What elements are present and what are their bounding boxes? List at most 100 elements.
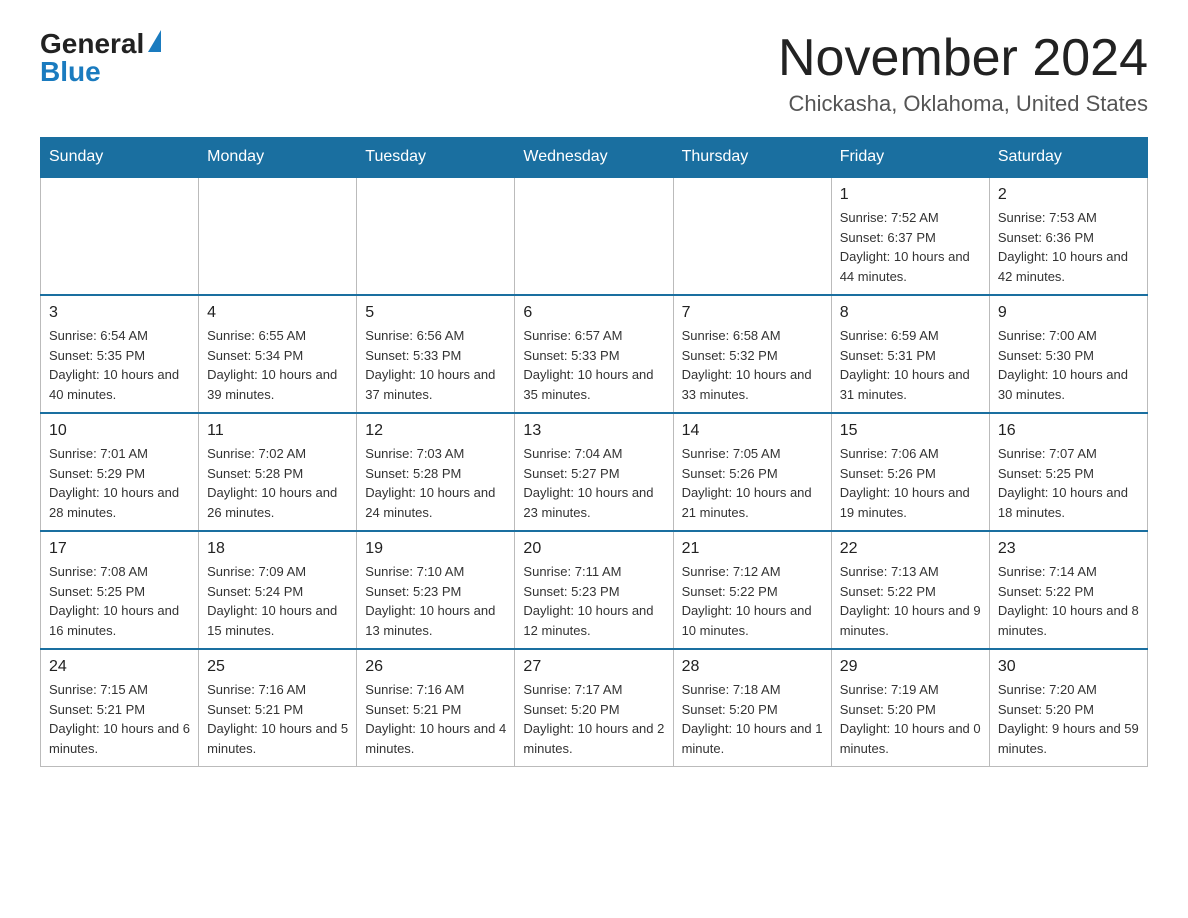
calendar-cell bbox=[357, 177, 515, 295]
day-info: Sunrise: 6:54 AM Sunset: 5:35 PM Dayligh… bbox=[49, 326, 190, 404]
day-info: Sunrise: 7:20 AM Sunset: 5:20 PM Dayligh… bbox=[998, 680, 1139, 758]
day-info: Sunrise: 7:53 AM Sunset: 6:36 PM Dayligh… bbox=[998, 208, 1139, 286]
day-info: Sunrise: 7:13 AM Sunset: 5:22 PM Dayligh… bbox=[840, 562, 981, 640]
day-number: 5 bbox=[365, 304, 506, 322]
day-info: Sunrise: 7:06 AM Sunset: 5:26 PM Dayligh… bbox=[840, 444, 981, 522]
day-info: Sunrise: 7:16 AM Sunset: 5:21 PM Dayligh… bbox=[365, 680, 506, 758]
day-info: Sunrise: 6:59 AM Sunset: 5:31 PM Dayligh… bbox=[840, 326, 981, 404]
day-number: 1 bbox=[840, 186, 981, 204]
day-number: 28 bbox=[682, 658, 823, 676]
day-number: 19 bbox=[365, 540, 506, 558]
calendar-cell: 25 Sunrise: 7:16 AM Sunset: 5:21 PM Dayli… bbox=[199, 649, 357, 767]
day-number: 14 bbox=[682, 422, 823, 440]
calendar-cell: 16 Sunrise: 7:07 AM Sunset: 5:25 PM Dayli… bbox=[989, 413, 1147, 531]
day-info: Sunrise: 7:04 AM Sunset: 5:27 PM Dayligh… bbox=[523, 444, 664, 522]
calendar-cell: 26Sunrise: 7:16 AM Sunset: 5:21 PM Dayli… bbox=[357, 649, 515, 767]
header-wednesday: Wednesday bbox=[515, 138, 673, 178]
day-number: 30 bbox=[998, 658, 1139, 676]
day-info: Sunrise: 7:17 AM Sunset: 5:20 PM Dayligh… bbox=[523, 680, 664, 758]
day-info: Sunrise: 7:03 AM Sunset: 5:28 PM Dayligh… bbox=[365, 444, 506, 522]
day-number: 22 bbox=[840, 540, 981, 558]
calendar-cell: 24 Sunrise: 7:15 AM Sunset: 5:21 PM Dayli… bbox=[41, 649, 199, 767]
day-number: 6 bbox=[523, 304, 664, 322]
day-info: Sunrise: 6:56 AM Sunset: 5:33 PM Dayligh… bbox=[365, 326, 506, 404]
day-number: 11 bbox=[207, 422, 348, 440]
calendar-cell: 22 Sunrise: 7:13 AM Sunset: 5:22 PM Dayli… bbox=[831, 531, 989, 649]
header-friday: Friday bbox=[831, 138, 989, 178]
calendar-cell: 12 Sunrise: 7:03 AM Sunset: 5:28 PM Dayli… bbox=[357, 413, 515, 531]
day-info: Sunrise: 7:11 AM Sunset: 5:23 PM Dayligh… bbox=[523, 562, 664, 640]
subtitle: Chickasha, Oklahoma, United States bbox=[778, 91, 1148, 117]
day-number: 8 bbox=[840, 304, 981, 322]
week-row-1: 3 Sunrise: 6:54 AM Sunset: 5:35 PM Daylig… bbox=[41, 295, 1148, 413]
calendar-cell: 8 Sunrise: 6:59 AM Sunset: 5:31 PM Daylig… bbox=[831, 295, 989, 413]
calendar-cell: 10 Sunrise: 7:01 AM Sunset: 5:29 PM Dayli… bbox=[41, 413, 199, 531]
day-info: Sunrise: 6:55 AM Sunset: 5:34 PM Dayligh… bbox=[207, 326, 348, 404]
day-number: 21 bbox=[682, 540, 823, 558]
day-info: Sunrise: 7:16 AM Sunset: 5:21 PM Dayligh… bbox=[207, 680, 348, 758]
day-number: 4 bbox=[207, 304, 348, 322]
calendar-cell: 1 Sunrise: 7:52 AM Sunset: 6:37 PM Daylig… bbox=[831, 177, 989, 295]
day-info: Sunrise: 7:10 AM Sunset: 5:23 PM Dayligh… bbox=[365, 562, 506, 640]
day-info: Sunrise: 6:58 AM Sunset: 5:32 PM Dayligh… bbox=[682, 326, 823, 404]
day-number: 20 bbox=[523, 540, 664, 558]
day-info: Sunrise: 7:08 AM Sunset: 5:25 PM Dayligh… bbox=[49, 562, 190, 640]
calendar-cell: 11Sunrise: 7:02 AM Sunset: 5:28 PM Dayli… bbox=[199, 413, 357, 531]
day-number: 16 bbox=[998, 422, 1139, 440]
day-number: 15 bbox=[840, 422, 981, 440]
week-row-3: 17Sunrise: 7:08 AM Sunset: 5:25 PM Dayli… bbox=[41, 531, 1148, 649]
day-info: Sunrise: 7:52 AM Sunset: 6:37 PM Dayligh… bbox=[840, 208, 981, 286]
logo: General Blue bbox=[40, 30, 161, 86]
calendar-cell: 23 Sunrise: 7:14 AM Sunset: 5:22 PM Dayli… bbox=[989, 531, 1147, 649]
day-info: Sunrise: 7:14 AM Sunset: 5:22 PM Dayligh… bbox=[998, 562, 1139, 640]
calendar-cell: 30 Sunrise: 7:20 AM Sunset: 5:20 PM Dayli… bbox=[989, 649, 1147, 767]
calendar-cell: 29 Sunrise: 7:19 AM Sunset: 5:20 PM Dayli… bbox=[831, 649, 989, 767]
logo-general-text: General bbox=[40, 30, 144, 58]
calendar-cell: 4 Sunrise: 6:55 AM Sunset: 5:34 PM Daylig… bbox=[199, 295, 357, 413]
day-info: Sunrise: 7:19 AM Sunset: 5:20 PM Dayligh… bbox=[840, 680, 981, 758]
calendar-cell bbox=[199, 177, 357, 295]
calendar-cell: 6 Sunrise: 6:57 AM Sunset: 5:33 PM Daylig… bbox=[515, 295, 673, 413]
header-thursday: Thursday bbox=[673, 138, 831, 178]
day-number: 7 bbox=[682, 304, 823, 322]
header-monday: Monday bbox=[199, 138, 357, 178]
day-info: Sunrise: 6:57 AM Sunset: 5:33 PM Dayligh… bbox=[523, 326, 664, 404]
calendar-cell: 18 Sunrise: 7:09 AM Sunset: 5:24 PM Dayli… bbox=[199, 531, 357, 649]
calendar-cell: 15 Sunrise: 7:06 AM Sunset: 5:26 PM Dayli… bbox=[831, 413, 989, 531]
day-number: 10 bbox=[49, 422, 190, 440]
day-info: Sunrise: 7:07 AM Sunset: 5:25 PM Dayligh… bbox=[998, 444, 1139, 522]
calendar-cell bbox=[673, 177, 831, 295]
day-number: 2 bbox=[998, 186, 1139, 204]
week-row-0: 1 Sunrise: 7:52 AM Sunset: 6:37 PM Daylig… bbox=[41, 177, 1148, 295]
day-info: Sunrise: 7:12 AM Sunset: 5:22 PM Dayligh… bbox=[682, 562, 823, 640]
day-number: 24 bbox=[49, 658, 190, 676]
calendar-table: SundayMondayTuesdayWednesdayThursdayFrid… bbox=[40, 137, 1148, 767]
logo-blue-text: Blue bbox=[40, 58, 101, 86]
day-info: Sunrise: 7:01 AM Sunset: 5:29 PM Dayligh… bbox=[49, 444, 190, 522]
calendar-cell: 7 Sunrise: 6:58 AM Sunset: 5:32 PM Daylig… bbox=[673, 295, 831, 413]
day-number: 12 bbox=[365, 422, 506, 440]
calendar-cell: 2 Sunrise: 7:53 AM Sunset: 6:36 PM Daylig… bbox=[989, 177, 1147, 295]
calendar-cell: 19 Sunrise: 7:10 AM Sunset: 5:23 PM Dayli… bbox=[357, 531, 515, 649]
calendar-cell: 27 Sunrise: 7:17 AM Sunset: 5:20 PM Dayli… bbox=[515, 649, 673, 767]
day-number: 18 bbox=[207, 540, 348, 558]
day-number: 25 bbox=[207, 658, 348, 676]
day-info: Sunrise: 7:15 AM Sunset: 5:21 PM Dayligh… bbox=[49, 680, 190, 758]
header: General Blue November 2024 Chickasha, Ok… bbox=[40, 30, 1148, 117]
day-info: Sunrise: 7:09 AM Sunset: 5:24 PM Dayligh… bbox=[207, 562, 348, 640]
header-tuesday: Tuesday bbox=[357, 138, 515, 178]
calendar-cell: 3 Sunrise: 6:54 AM Sunset: 5:35 PM Daylig… bbox=[41, 295, 199, 413]
week-row-2: 10 Sunrise: 7:01 AM Sunset: 5:29 PM Dayli… bbox=[41, 413, 1148, 531]
day-number: 13 bbox=[523, 422, 664, 440]
calendar-cell bbox=[515, 177, 673, 295]
day-info: Sunrise: 7:18 AM Sunset: 5:20 PM Dayligh… bbox=[682, 680, 823, 758]
header-sunday: Sunday bbox=[41, 138, 199, 178]
calendar-header-row: SundayMondayTuesdayWednesdayThursdayFrid… bbox=[41, 138, 1148, 178]
day-number: 27 bbox=[523, 658, 664, 676]
header-saturday: Saturday bbox=[989, 138, 1147, 178]
calendar-cell: 20 Sunrise: 7:11 AM Sunset: 5:23 PM Dayli… bbox=[515, 531, 673, 649]
day-number: 23 bbox=[998, 540, 1139, 558]
day-number: 3 bbox=[49, 304, 190, 322]
calendar-cell: 13 Sunrise: 7:04 AM Sunset: 5:27 PM Dayli… bbox=[515, 413, 673, 531]
day-number: 29 bbox=[840, 658, 981, 676]
